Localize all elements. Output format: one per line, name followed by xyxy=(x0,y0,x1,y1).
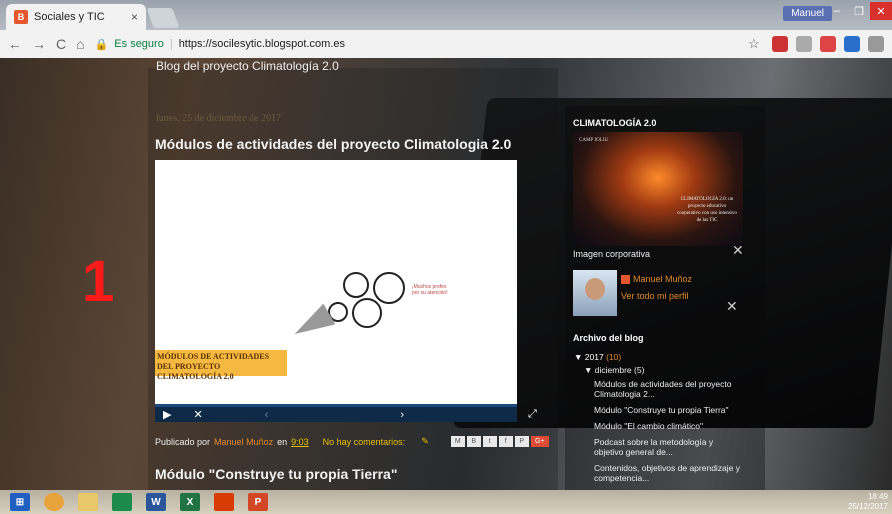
gplus-share-icon[interactable]: G+ xyxy=(530,436,549,447)
post-title-2[interactable]: Módulo "Construye tu propia Tierra" xyxy=(155,466,397,482)
new-tab-button[interactable] xyxy=(146,8,180,28)
year-label: 2017 xyxy=(584,352,604,362)
archive-tree: ▼ 2017 (10) ▼ diciembre (5) Módulos de a… xyxy=(574,351,744,489)
profile-name-link[interactable]: Manuel Muñoz xyxy=(621,274,692,284)
author-link[interactable]: Manuel Muñoz xyxy=(214,437,273,447)
menu-icon[interactable] xyxy=(868,36,884,52)
extension-icon[interactable] xyxy=(820,36,836,52)
extension-icon[interactable] xyxy=(796,36,812,52)
close-window-button[interactable]: ✕ xyxy=(870,2,892,20)
archive-month[interactable]: ▼ diciembre (5) xyxy=(584,364,744,377)
prezi-text: ¡Muchos profes por su atención! xyxy=(412,284,448,296)
share-buttons: M B t f P G+ xyxy=(450,436,549,447)
chrome-icon[interactable] xyxy=(44,493,64,511)
next-icon[interactable]: › xyxy=(400,409,404,421)
wrench-tools-icon[interactable]: ✕ xyxy=(732,242,744,259)
powerpoint-icon[interactable]: P xyxy=(248,493,268,511)
blog-title[interactable]: Blog del proyecto Climatología 2.0 xyxy=(156,59,339,73)
profile-name: Manuel Muñoz xyxy=(633,274,693,284)
separator: | xyxy=(169,38,173,50)
store-icon[interactable] xyxy=(112,493,132,511)
prezi-embed[interactable]: ¡Muchos profes por su atención! MÓDULOS … xyxy=(155,160,517,422)
back-arrow-icon[interactable]: ← xyxy=(8,36,22,52)
tab-strip: B Sociales y TIC × Manuel – ❐ ✕ xyxy=(0,0,892,30)
prezi-circle xyxy=(373,272,405,304)
sidebar-section-title: CLIMATOLOGÍA 2.0 xyxy=(573,118,657,128)
post-time-link[interactable]: 9:03 xyxy=(291,437,309,447)
tab-sociales-y-tic[interactable]: B Sociales y TIC × xyxy=(6,4,146,30)
blog-share-icon[interactable]: B xyxy=(466,436,481,447)
blogger-favicon-icon: B xyxy=(14,10,28,24)
forward-arrow-icon[interactable]: → xyxy=(32,36,46,52)
corporate-image[interactable]: CAMP JOLIU CLIMATOLOGÍA 2.0: un proyecto… xyxy=(573,132,743,246)
email-share-icon[interactable]: M xyxy=(450,436,465,447)
extension-icon[interactable] xyxy=(844,36,860,52)
at-label: en xyxy=(277,436,288,447)
edit-pencil-icon[interactable]: ✎ xyxy=(421,436,429,447)
prev-icon[interactable]: ‹ xyxy=(265,409,269,421)
archive-item[interactable]: Módulo "Construye tu propia Tierra" xyxy=(594,405,744,415)
minimize-button[interactable]: – xyxy=(826,2,848,20)
overlay-number: 1 xyxy=(82,249,115,314)
fullscreen-icon[interactable]: ⤢ xyxy=(528,408,537,421)
image-text: CLIMATOLOGÍA 2.0: un proyecto educativo … xyxy=(677,197,737,223)
start-windows-icon[interactable]: ⊞ xyxy=(10,493,30,511)
month-label: diciembre xyxy=(594,365,632,375)
reload-icon[interactable]: C xyxy=(56,36,66,52)
month-count: (5) xyxy=(634,365,645,375)
url-field[interactable]: 🔒 Es seguro | https://socilesytic.blogsp… xyxy=(95,38,345,51)
archive-item[interactable]: Módulo "El cambio climático" xyxy=(594,421,744,431)
bookmark-star-icon[interactable]: ☆ xyxy=(748,36,764,52)
file-explorer-icon[interactable] xyxy=(78,493,98,511)
post-footer: Publicado por Manuel Muñoz en 9:03 No ha… xyxy=(155,436,549,447)
play-icon[interactable]: ▶ xyxy=(163,408,171,421)
post-title[interactable]: Módulos de actividades del proyecto Clim… xyxy=(155,136,511,152)
security-label: Es seguro xyxy=(114,38,164,50)
twitter-share-icon[interactable]: t xyxy=(482,436,497,447)
system-clock[interactable]: 18:49 25/12/2017 xyxy=(848,492,888,512)
excel-icon[interactable]: X xyxy=(180,493,200,511)
lock-icon: 🔒 xyxy=(94,38,109,51)
archive-year[interactable]: ▼ 2017 (10) xyxy=(574,351,744,364)
extension-icon[interactable] xyxy=(772,36,788,52)
blogger-icon xyxy=(621,274,630,284)
pinterest-share-icon[interactable]: P xyxy=(514,436,529,447)
extensions-bar: ☆ xyxy=(748,36,884,52)
archive-item[interactable]: Podcast sobre la metodología y objetivo … xyxy=(594,437,744,457)
mute-icon[interactable]: ✕ xyxy=(193,408,202,421)
prezi-circle xyxy=(352,298,382,328)
archive-item[interactable]: Contenidos, objetivos de aprendizaje y c… xyxy=(594,463,744,483)
image-top-text: CAMP JOLIU xyxy=(579,138,609,143)
archive-title: Archivo del blog xyxy=(573,333,644,343)
profile-button[interactable]: Manuel xyxy=(783,6,832,21)
clock-date: 25/12/2017 xyxy=(847,502,888,511)
post-date: lunes, 25 de diciembre de 2017 xyxy=(156,113,281,124)
window-controls: – ❐ ✕ xyxy=(826,2,892,20)
profile-avatar[interactable] xyxy=(573,270,617,316)
home-icon[interactable]: ⌂ xyxy=(76,36,84,52)
facebook-share-icon[interactable]: f xyxy=(498,436,513,447)
tab-close-icon[interactable]: × xyxy=(131,10,138,24)
maximize-button[interactable]: ❐ xyxy=(848,2,870,20)
page-background: Blog del proyecto Climatología 2.0 1 lun… xyxy=(0,58,892,490)
tab-title: Sociales y TIC xyxy=(34,11,105,23)
office-icon[interactable] xyxy=(214,493,234,511)
prezi-banner: MÓDULOS DE ACTIVIDADES DEL PROYECTO CLIM… xyxy=(155,350,287,381)
taskbar: ⊞ W X P xyxy=(0,490,892,514)
clock-time: 18:49 xyxy=(867,492,888,501)
archive-item[interactable]: Módulos de actividades del proyecto Clim… xyxy=(594,379,744,399)
word-icon[interactable]: W xyxy=(146,493,166,511)
posted-by-label: Publicado por xyxy=(155,436,211,447)
prezi-circle xyxy=(343,272,369,298)
wrench-tools-icon[interactable]: ✕ xyxy=(726,298,738,315)
url-text: https://socilesytic.blogspot.com.es xyxy=(178,38,345,50)
image-caption: Imagen corporativa xyxy=(573,249,651,259)
year-count: (10) xyxy=(606,352,622,362)
comments-link[interactable]: No hay comentarios: xyxy=(323,437,406,447)
profile-link[interactable]: Ver todo mi perfil xyxy=(621,291,689,301)
prezi-controls: ▶ ✕ ‹ › ⤢ xyxy=(155,404,537,422)
